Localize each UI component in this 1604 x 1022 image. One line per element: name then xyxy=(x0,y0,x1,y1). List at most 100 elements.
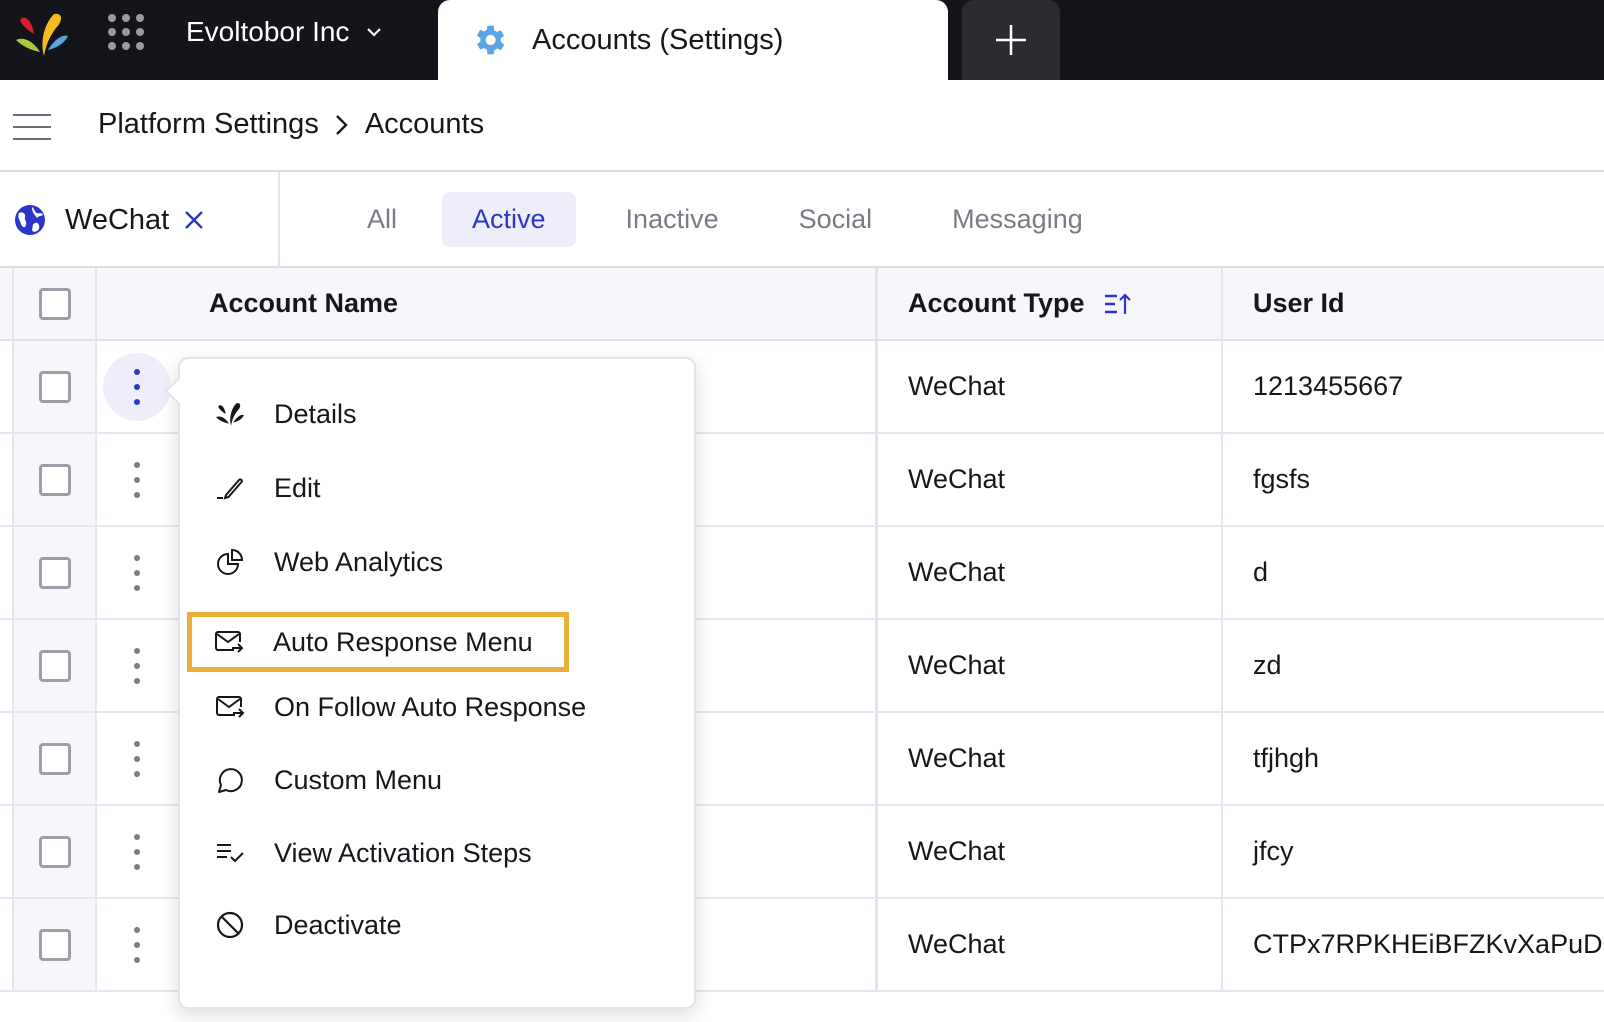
row-select-cell xyxy=(12,620,97,711)
menu-item-auto-response-menu[interactable]: Auto Response Menu xyxy=(187,612,569,672)
row-actions-cell xyxy=(97,713,177,804)
row-actions-cell xyxy=(97,434,177,525)
menu-item-label: Custom Menu xyxy=(274,764,443,795)
row-actions-cell xyxy=(97,620,177,711)
cell-user-id: zd xyxy=(1253,650,1282,680)
row-checkbox[interactable] xyxy=(38,463,71,496)
menu-item-label: Deactivate xyxy=(274,909,402,940)
brand-logo-icon[interactable] xyxy=(14,10,70,58)
cell-account-type: WeChat xyxy=(875,620,1223,711)
menu-item-label: Auto Response Menu xyxy=(273,626,533,657)
row-actions-cell xyxy=(97,806,177,897)
menu-item-label: Edit xyxy=(274,472,321,503)
org-switcher[interactable]: Evoltobor Inc xyxy=(186,16,383,48)
row-checkbox[interactable] xyxy=(38,928,71,961)
pie-chart-icon xyxy=(214,546,246,578)
row-checkbox[interactable] xyxy=(38,835,71,868)
pencil-icon xyxy=(214,472,246,504)
breadcrumb-bar: Platform Settings Accounts xyxy=(0,80,1604,172)
more-actions-icon[interactable] xyxy=(127,833,147,870)
cell-user-id: jfcy xyxy=(1253,836,1294,866)
cell-account-type: WeChat xyxy=(875,806,1223,897)
cell-user-id: tfjhgh xyxy=(1253,743,1320,773)
new-tab-button[interactable] xyxy=(962,0,1060,80)
tab-all[interactable]: All xyxy=(340,192,424,247)
cell-account-type: WeChat xyxy=(875,341,1223,432)
table-header: Account Name Account Type User Id xyxy=(0,268,1604,341)
breadcrumb-platform-settings[interactable]: Platform Settings xyxy=(98,108,319,141)
tab-label: Accounts (Settings) xyxy=(532,23,784,56)
cell-user-id: 1213455667 xyxy=(1253,371,1404,401)
menu-item-label: On Follow Auto Response xyxy=(274,691,587,722)
row-select-cell xyxy=(12,527,97,618)
filter-bar: WeChat All Active Inactive Social Messag… xyxy=(0,172,1604,268)
row-actions-cell xyxy=(97,341,177,432)
cell-user-id: d xyxy=(1253,557,1269,587)
cell-user-id: CTPx7RPKHEiBFZKvXaPuD5 xyxy=(1253,929,1604,959)
tab-social[interactable]: Social xyxy=(769,192,903,247)
row-checkbox[interactable] xyxy=(38,742,71,775)
row-checkbox[interactable] xyxy=(38,649,71,682)
app-launcher-icon[interactable] xyxy=(108,14,144,50)
hamburger-menu-icon[interactable] xyxy=(13,114,51,140)
row-actions-button[interactable] xyxy=(103,352,171,421)
column-header-account-type[interactable]: Account Type xyxy=(875,268,1223,339)
menu-item-edit[interactable]: Edit xyxy=(188,458,688,518)
globe-icon xyxy=(15,205,45,235)
more-actions-icon[interactable] xyxy=(127,647,147,684)
org-name: Evoltobor Inc xyxy=(186,16,350,47)
sort-ascending-icon[interactable] xyxy=(1103,292,1133,316)
chat-bubble-icon xyxy=(214,764,246,796)
breadcrumb-accounts: Accounts xyxy=(364,108,485,140)
close-icon[interactable] xyxy=(183,209,205,231)
column-header-label: Account Type xyxy=(908,288,1085,318)
gear-icon xyxy=(476,25,505,55)
more-actions-icon[interactable] xyxy=(127,461,147,498)
more-actions-icon xyxy=(127,368,147,405)
plus-icon xyxy=(996,25,1026,55)
status-tabs: All Active Inactive Social Messaging xyxy=(340,192,1133,247)
row-select-cell xyxy=(12,341,97,432)
channel-filter-chip: WeChat xyxy=(0,172,280,268)
list-check-icon xyxy=(214,837,246,869)
menu-item-label: View Activation Steps xyxy=(274,837,532,868)
top-bar: Evoltobor Inc Accounts (Settings) xyxy=(0,0,1604,80)
row-checkbox[interactable] xyxy=(38,370,71,403)
row-checkbox[interactable] xyxy=(38,556,71,589)
tab-messaging[interactable]: Messaging xyxy=(922,192,1113,247)
cell-account-type: WeChat xyxy=(875,527,1223,618)
chip-label: WeChat xyxy=(65,203,170,236)
cell-user-id: fgsfs xyxy=(1253,464,1311,494)
cell-account-type: WeChat xyxy=(875,434,1223,525)
more-actions-icon[interactable] xyxy=(127,740,147,777)
chevron-down-icon xyxy=(367,28,382,37)
tab-active[interactable]: Active xyxy=(442,192,576,247)
breadcrumb: Platform Settings Accounts xyxy=(98,108,484,141)
select-all-checkbox[interactable] xyxy=(38,287,71,320)
menu-item-deactivate[interactable]: Deactivate xyxy=(188,895,688,955)
row-select-cell xyxy=(12,434,97,525)
row-actions-cell xyxy=(97,527,177,618)
select-all-cell xyxy=(12,268,97,339)
more-actions-icon[interactable] xyxy=(127,554,147,591)
ban-icon xyxy=(214,909,246,941)
tab-accounts-settings[interactable]: Accounts (Settings) xyxy=(438,0,948,80)
row-select-cell xyxy=(12,713,97,804)
menu-item-label: Web Analytics xyxy=(274,546,444,577)
row-actions-menu: Details Edit Web Analytics Auto Response… xyxy=(178,357,696,1009)
menu-item-details[interactable]: Details xyxy=(188,384,688,444)
row-select-cell xyxy=(12,899,97,990)
menu-item-label: Details xyxy=(274,398,357,429)
cell-account-type: WeChat xyxy=(875,899,1223,990)
cell-account-type: WeChat xyxy=(875,713,1223,804)
menu-item-view-activation-steps[interactable]: View Activation Steps xyxy=(188,823,688,883)
column-header-account-name[interactable]: Account Name xyxy=(97,268,875,339)
brand-logo-icon xyxy=(214,398,246,430)
menu-item-custom-menu[interactable]: Custom Menu xyxy=(188,750,688,810)
more-actions-icon[interactable] xyxy=(127,926,147,963)
menu-item-on-follow-auto-response[interactable]: On Follow Auto Response xyxy=(188,677,688,737)
tab-inactive[interactable]: Inactive xyxy=(596,192,749,247)
column-header-user-id[interactable]: User Id xyxy=(1223,268,1604,339)
menu-item-web-analytics[interactable]: Web Analytics xyxy=(188,532,688,592)
mail-forward-icon xyxy=(214,691,246,723)
